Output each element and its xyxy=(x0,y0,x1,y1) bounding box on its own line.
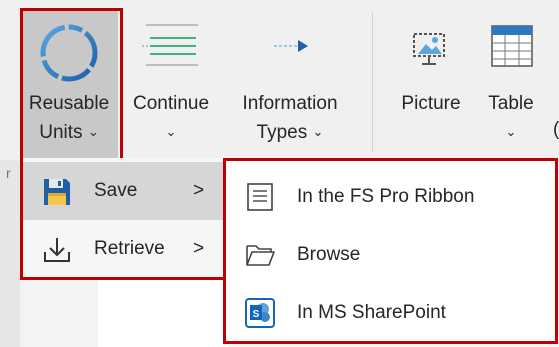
menu-item-save[interactable]: Save > xyxy=(23,162,226,220)
document-icon xyxy=(247,183,273,211)
picture-icon xyxy=(413,33,445,65)
folder-icon xyxy=(246,245,275,266)
continue-button[interactable]: Continue ⌄ xyxy=(120,0,222,160)
submenu-item-fs-pro-ribbon[interactable]: In the FS Pro Ribbon xyxy=(226,167,555,227)
sharepoint-icon: S xyxy=(245,298,275,328)
submenu-arrow-icon: > xyxy=(193,180,205,201)
table-icon xyxy=(491,25,533,67)
reusable-units-menu: Save > Retrieve > xyxy=(20,158,226,280)
menu-item-save-label: Save xyxy=(94,180,138,201)
submenu-item-browse-label: Browse xyxy=(297,244,361,265)
floppy-disk-icon xyxy=(44,179,70,205)
submenu-item-fs-pro-ribbon-label: In the FS Pro Ribbon xyxy=(297,186,475,207)
picture-button[interactable]: Picture xyxy=(384,0,478,160)
menu-item-retrieve[interactable]: Retrieve > xyxy=(23,220,226,278)
ribbon-cut-label: ( xyxy=(553,119,559,140)
table-chevron: ⌄ xyxy=(478,119,544,148)
continue-label: Continue xyxy=(132,93,210,114)
submenu-arrow-icon: > xyxy=(193,238,205,259)
submenu-item-sharepoint-label: In MS SharePoint xyxy=(297,302,446,323)
information-types-label-1: Information xyxy=(242,93,338,114)
document-left-panel xyxy=(0,160,20,347)
information-types-label-2: Types ⌄ xyxy=(224,119,356,148)
svg-text:S: S xyxy=(253,309,260,320)
continue-chevron: ⌄ xyxy=(120,119,222,148)
download-icon xyxy=(44,238,70,262)
picture-label: Picture xyxy=(401,93,461,114)
save-submenu: In the FS Pro Ribbon Browse S In MS Shar… xyxy=(223,158,558,344)
table-button[interactable]: Table ⌄ xyxy=(478,0,544,160)
information-types-button[interactable]: Information Types ⌄ xyxy=(224,0,356,160)
chevron-down-icon: ⌄ xyxy=(312,124,324,139)
chevron-down-icon: ⌄ xyxy=(165,124,177,139)
submenu-item-sharepoint[interactable]: S In MS SharePoint xyxy=(226,283,555,343)
reusable-units-highlight-frame xyxy=(20,8,123,164)
left-panel-char: r xyxy=(6,165,11,181)
arrow-right-icon xyxy=(274,40,308,52)
document-page xyxy=(98,270,228,347)
table-label: Table xyxy=(488,93,534,114)
submenu-item-browse[interactable]: Browse xyxy=(226,225,555,285)
menu-item-retrieve-label: Retrieve xyxy=(94,238,165,259)
chevron-down-icon: ⌄ xyxy=(505,124,517,139)
ribbon-separator xyxy=(372,12,373,152)
continue-lines-icon xyxy=(142,24,198,66)
